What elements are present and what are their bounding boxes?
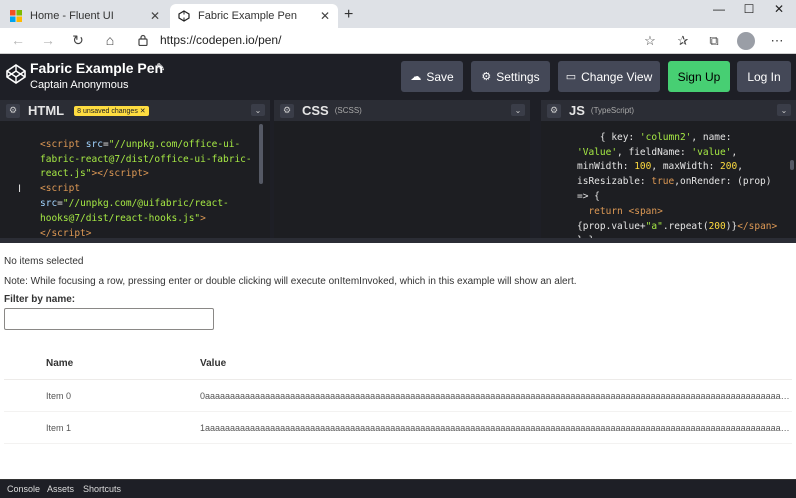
- save-button[interactable]: ☁ Save: [401, 61, 463, 92]
- tab-home-fluent-ui[interactable]: Home - Fluent UI ✕: [2, 4, 168, 28]
- signup-button[interactable]: Sign Up: [668, 61, 730, 92]
- maximize-button[interactable]: ☐: [734, 2, 764, 16]
- tab-close-icon[interactable]: ✕: [320, 9, 330, 23]
- settings-label: Settings: [496, 69, 540, 84]
- collections-icon[interactable]: ⧉: [705, 33, 723, 49]
- minimize-button[interactable]: —: [704, 2, 734, 16]
- unsaved-changes-badge[interactable]: 8 unsaved changes ✕: [74, 105, 149, 116]
- css-pane-chevron-down-icon[interactable]: ⌄: [511, 104, 525, 116]
- change-view-label: Change View: [581, 69, 653, 84]
- css-code-editor[interactable]: [274, 123, 530, 238]
- js-settings-gear-icon[interactable]: ⚙: [547, 103, 561, 118]
- html-pane-chevron-down-icon[interactable]: ⌄: [251, 104, 265, 116]
- row-value: 1aaaaaaaaaaaaaaaaaaaaaaaaaaaaaaaaaaaaaaa…: [200, 423, 790, 433]
- profile-avatar[interactable]: [737, 32, 755, 50]
- result-preview: No items selected Note: While focusing a…: [0, 243, 796, 479]
- microsoft-logo-icon: [10, 10, 22, 22]
- shortcuts-button[interactable]: Shortcuts: [83, 484, 121, 494]
- js-editor-scrollbar[interactable]: [790, 160, 794, 170]
- tab-title: Home - Fluent UI: [30, 10, 114, 22]
- css-pane-header: ⚙ CSS (SCSS) ⌄: [274, 100, 530, 121]
- js-preprocessor-label: (TypeScript): [590, 106, 635, 115]
- console-button[interactable]: Console: [7, 484, 40, 494]
- browser-tab-bar: Home - Fluent UI ✕ Fabric Example Pen ✕ …: [0, 0, 796, 28]
- login-button[interactable]: Log In: [737, 61, 791, 92]
- signup-label: Sign Up: [677, 69, 721, 84]
- column-header-name[interactable]: Name: [46, 358, 73, 369]
- details-list-header: Name Value: [4, 347, 792, 380]
- gear-icon: ⚙: [481, 71, 492, 83]
- note-text: Note: While focusing a row, pressing ent…: [4, 276, 577, 287]
- close-window-button[interactable]: ✕: [764, 2, 794, 16]
- tab-fabric-example-pen[interactable]: Fabric Example Pen ✕: [170, 4, 338, 28]
- selection-status: No items selected: [4, 256, 84, 267]
- pane-resizer[interactable]: [530, 100, 534, 238]
- bottom-bar: Console Assets Shortcuts: [0, 479, 796, 498]
- html-pane-header: ⚙ HTML 8 unsaved changes ✕ ⌄: [0, 100, 270, 121]
- pen-author: Captain Anonymous: [30, 79, 129, 91]
- css-editor-pane: ⚙ CSS (SCSS) ⌄: [274, 100, 530, 238]
- js-code-editor[interactable]: { key: 'column2', name: 'Value', fieldNam…: [577, 116, 788, 238]
- favorite-star-icon[interactable]: ☆: [641, 33, 659, 49]
- filter-label: Filter by name:: [4, 294, 76, 305]
- table-row[interactable]: Item 1 1aaaaaaaaaaaaaaaaaaaaaaaaaaaaaaaa…: [4, 412, 792, 444]
- layout-icon: ▭: [565, 71, 577, 83]
- column-header-value[interactable]: Value: [200, 358, 226, 369]
- filter-input[interactable]: [4, 308, 214, 330]
- cloud-icon: ☁: [410, 71, 422, 83]
- html-editor-scrollbar[interactable]: [259, 124, 263, 184]
- css-pane-title: CSS: [302, 103, 329, 118]
- address-bar: ← → ↻ ⌂ https://codepen.io/pen/ ☆ ✰ ⧉ ⋯: [0, 28, 796, 54]
- tab-close-icon[interactable]: ✕: [150, 9, 160, 23]
- reload-button[interactable]: ↻: [68, 32, 88, 49]
- row-name: Item 0: [46, 391, 72, 401]
- new-tab-button[interactable]: +: [344, 6, 353, 24]
- home-button[interactable]: ⌂: [100, 32, 120, 48]
- row-name: Item 1: [46, 423, 72, 433]
- html-settings-gear-icon[interactable]: ⚙: [6, 103, 20, 118]
- settings-menu-icon[interactable]: ⋯: [768, 33, 786, 49]
- js-editor-pane: ⚙ JS (TypeScript) ⌄ { key: 'column2', na…: [541, 100, 796, 238]
- css-preprocessor-label: (SCSS): [334, 106, 362, 115]
- save-label: Save: [426, 69, 454, 84]
- html-editor-pane: ⚙ HTML 8 unsaved changes ✕ ⌄ <script src…: [0, 100, 270, 238]
- row-value: 0aaaaaaaaaaaaaaaaaaaaaaaaaaaaaaaaaaaaaaa…: [200, 391, 790, 401]
- assets-button[interactable]: Assets: [47, 484, 74, 494]
- codepen-header: Fabric Example Pen ✎ Captain Anonymous ☁…: [0, 54, 796, 100]
- html-pane-title: HTML: [28, 103, 65, 118]
- codepen-logo-icon[interactable]: [6, 64, 26, 84]
- change-view-button[interactable]: ▭ Change View: [558, 61, 660, 92]
- table-row[interactable]: Item 0 0aaaaaaaaaaaaaaaaaaaaaaaaaaaaaaaa…: [4, 380, 792, 412]
- tab-title: Fabric Example Pen: [198, 10, 298, 22]
- favorites-icon[interactable]: ✰: [674, 33, 692, 49]
- js-pane-chevron-down-icon[interactable]: ⌄: [777, 104, 791, 116]
- login-label: Log In: [747, 69, 781, 84]
- url-field[interactable]: https://codepen.io/pen/: [160, 33, 281, 47]
- forward-button[interactable]: →: [38, 32, 58, 48]
- settings-button[interactable]: ⚙ Settings: [471, 61, 550, 92]
- text-cursor-icon: I: [18, 183, 22, 195]
- editor-panels: ⚙ HTML 8 unsaved changes ✕ ⌄ <script src…: [0, 100, 796, 238]
- pencil-icon[interactable]: ✎: [156, 61, 165, 74]
- codepen-favicon-icon: [178, 10, 190, 22]
- html-code-editor[interactable]: <script src="//unpkg.com/office-ui-fabri…: [40, 123, 258, 238]
- back-button[interactable]: ←: [8, 32, 28, 48]
- pen-title[interactable]: Fabric Example Pen: [30, 60, 163, 76]
- css-settings-gear-icon[interactable]: ⚙: [280, 103, 294, 118]
- lock-icon: [138, 34, 148, 46]
